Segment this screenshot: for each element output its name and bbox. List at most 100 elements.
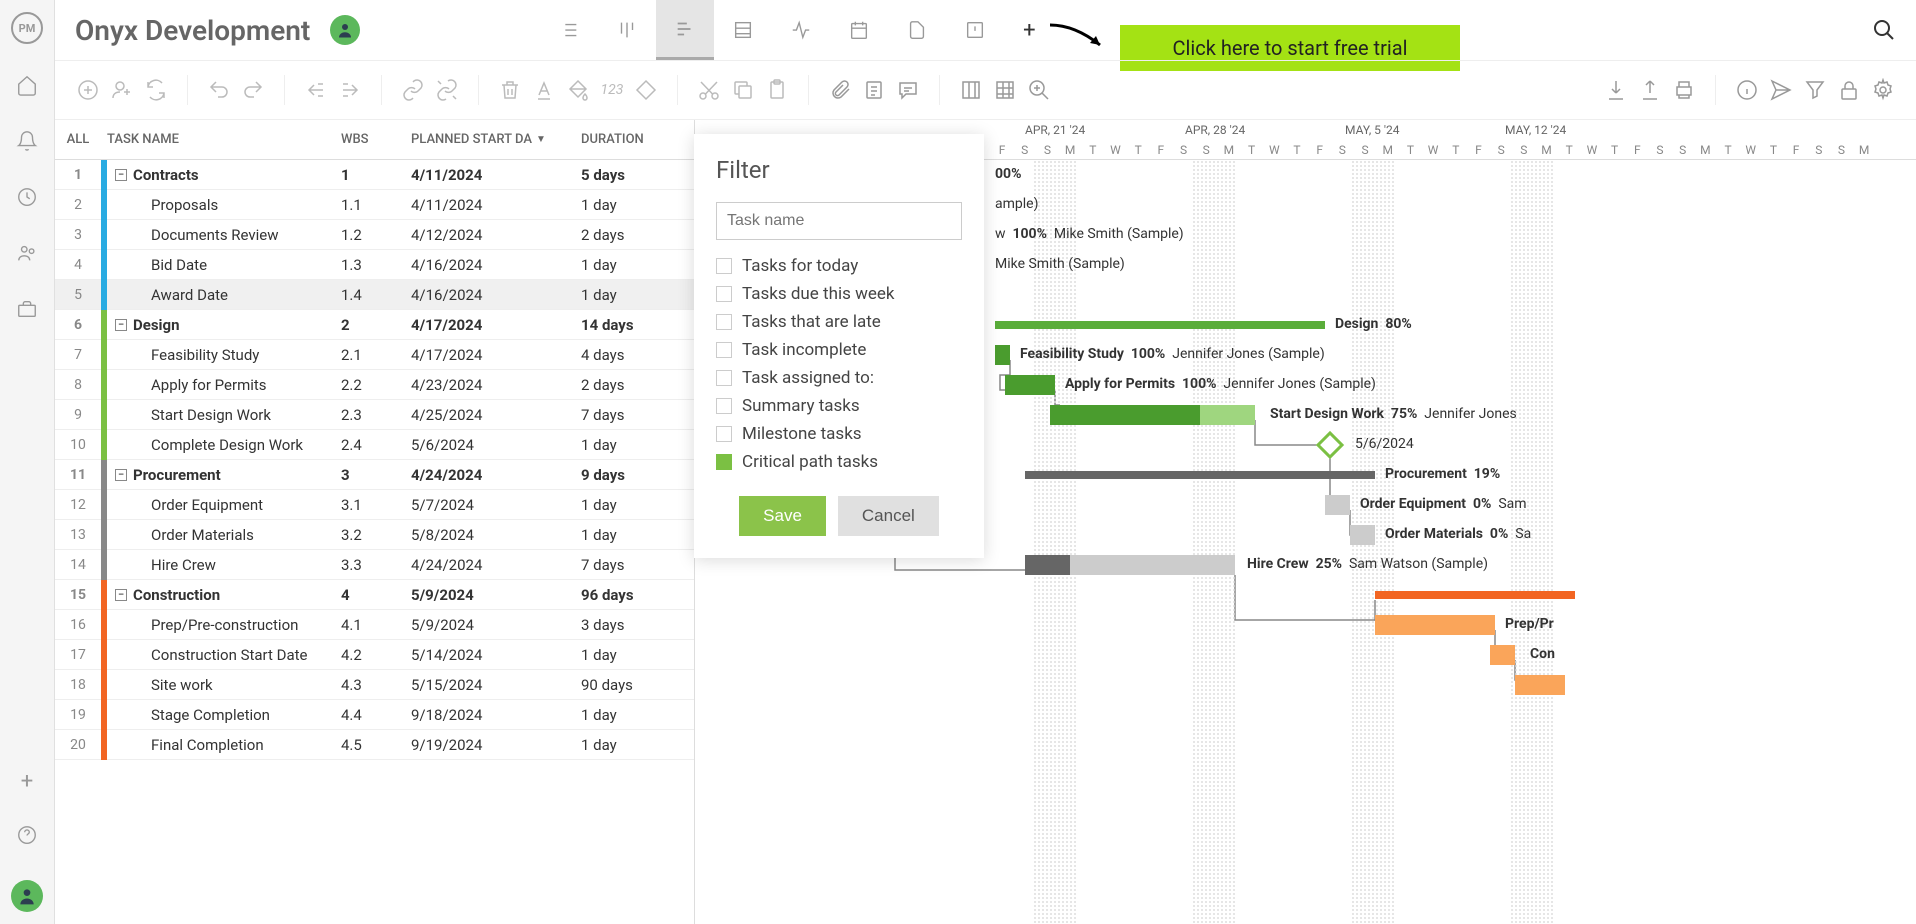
gantt-bar[interactable]: [995, 321, 1325, 329]
home-icon[interactable]: [16, 74, 38, 100]
filter-option[interactable]: Milestone tasks: [716, 420, 962, 448]
checkbox-icon[interactable]: [716, 454, 732, 470]
print-icon[interactable]: [1671, 77, 1697, 103]
undo-icon[interactable]: [206, 77, 232, 103]
grid-icon[interactable]: [992, 77, 1018, 103]
checkbox-icon[interactable]: [716, 314, 732, 330]
filter-option[interactable]: Task assigned to:: [716, 364, 962, 392]
collapse-icon[interactable]: −: [115, 589, 127, 601]
gantt-bar[interactable]: [1515, 675, 1565, 695]
collapse-icon[interactable]: −: [115, 469, 127, 481]
task-row[interactable]: 1 − Contracts 1 4/11/2024 5 days: [55, 160, 694, 190]
gantt-bar[interactable]: [1375, 615, 1495, 635]
gantt-bar[interactable]: [995, 345, 1010, 365]
columns-icon[interactable]: [958, 77, 984, 103]
logo-pm[interactable]: PM: [11, 12, 43, 44]
checkbox-icon[interactable]: [716, 342, 732, 358]
col-name-header[interactable]: TASK NAME: [101, 132, 341, 147]
send-icon[interactable]: [1768, 77, 1794, 103]
gantt-bar[interactable]: [1025, 555, 1070, 575]
task-row[interactable]: 10 Complete Design Work 2.4 5/6/2024 1 d…: [55, 430, 694, 460]
checkbox-icon[interactable]: [716, 370, 732, 386]
filter-option[interactable]: Task incomplete: [716, 336, 962, 364]
help-icon[interactable]: [16, 824, 38, 850]
list-view-tab[interactable]: [540, 0, 598, 60]
add-task-icon[interactable]: [75, 77, 101, 103]
gantt-bar[interactable]: [1005, 375, 1055, 395]
unlink-icon[interactable]: [434, 77, 460, 103]
filter-option[interactable]: Tasks due this week: [716, 280, 962, 308]
indent-icon[interactable]: [337, 77, 363, 103]
task-row[interactable]: 20 Final Completion 4.5 9/19/2024 1 day: [55, 730, 694, 760]
risk-view-tab[interactable]: [946, 0, 1004, 60]
calendar-view-tab[interactable]: [830, 0, 888, 60]
file-view-tab[interactable]: [888, 0, 946, 60]
gantt-bar[interactable]: [1325, 495, 1350, 515]
filter-option[interactable]: Tasks for today: [716, 252, 962, 280]
activity-view-tab[interactable]: [772, 0, 830, 60]
checkbox-icon[interactable]: [716, 426, 732, 442]
gantt-bar[interactable]: [1375, 591, 1575, 599]
collapse-icon[interactable]: −: [115, 319, 127, 331]
zoom-icon[interactable]: [1026, 77, 1052, 103]
gantt-view-tab[interactable]: [656, 0, 714, 60]
checkbox-icon[interactable]: [716, 286, 732, 302]
task-row[interactable]: 16 Prep/Pre-construction 4.1 5/9/2024 3 …: [55, 610, 694, 640]
milestone-diamond[interactable]: [1316, 431, 1344, 459]
sync-icon[interactable]: [143, 77, 169, 103]
milestone-icon[interactable]: [633, 77, 659, 103]
task-row[interactable]: 13 Order Materials 3.2 5/8/2024 1 day: [55, 520, 694, 550]
filter-option[interactable]: Tasks that are late: [716, 308, 962, 336]
col-wbs-header[interactable]: WBS: [341, 132, 411, 147]
filter-taskname-input[interactable]: [716, 202, 962, 240]
project-avatar[interactable]: [330, 15, 360, 45]
task-row[interactable]: 17 Construction Start Date 4.2 5/14/2024…: [55, 640, 694, 670]
task-row[interactable]: 6 − Design 2 4/17/2024 14 days: [55, 310, 694, 340]
redo-icon[interactable]: [240, 77, 266, 103]
user-avatar[interactable]: [11, 880, 43, 912]
task-row[interactable]: 3 Documents Review 1.2 4/12/2024 2 days: [55, 220, 694, 250]
board-view-tab[interactable]: [598, 0, 656, 60]
outdent-icon[interactable]: [303, 77, 329, 103]
task-row[interactable]: 2 Proposals 1.1 4/11/2024 1 day: [55, 190, 694, 220]
gantt-bar[interactable]: [1350, 525, 1375, 545]
settings-icon[interactable]: [1870, 77, 1896, 103]
link-icon[interactable]: [400, 77, 426, 103]
task-row[interactable]: 18 Site work 4.3 5/15/2024 90 days: [55, 670, 694, 700]
task-row[interactable]: 14 Hire Crew 3.3 4/24/2024 7 days: [55, 550, 694, 580]
people-icon[interactable]: [16, 242, 38, 268]
filter-save-button[interactable]: Save: [739, 496, 826, 536]
task-row[interactable]: 7 Feasibility Study 2.1 4/17/2024 4 days: [55, 340, 694, 370]
task-row[interactable]: 11 − Procurement 3 4/24/2024 9 days: [55, 460, 694, 490]
col-dur-header[interactable]: DURATION: [581, 132, 694, 147]
delete-icon[interactable]: [497, 77, 523, 103]
col-start-header[interactable]: PLANNED START DA▼: [411, 132, 581, 147]
task-row[interactable]: 4 Bid Date 1.3 4/16/2024 1 day: [55, 250, 694, 280]
sheet-view-tab[interactable]: [714, 0, 772, 60]
task-row[interactable]: 15 − Construction 4 5/9/2024 96 days: [55, 580, 694, 610]
wbs-number-icon[interactable]: 123: [599, 77, 625, 103]
filter-option[interactable]: Critical path tasks: [716, 448, 962, 476]
gantt-bar[interactable]: [1070, 555, 1235, 575]
info-icon[interactable]: [1734, 77, 1760, 103]
gantt-bar[interactable]: [1200, 405, 1255, 425]
assign-icon[interactable]: [109, 77, 135, 103]
task-row[interactable]: 19 Stage Completion 4.4 9/18/2024 1 day: [55, 700, 694, 730]
filter-icon[interactable]: [1802, 77, 1828, 103]
filter-option[interactable]: Summary tasks: [716, 392, 962, 420]
task-row[interactable]: 9 Start Design Work 2.3 4/25/2024 7 days: [55, 400, 694, 430]
bell-icon[interactable]: [16, 130, 38, 156]
gantt-bar[interactable]: [1025, 471, 1375, 479]
checkbox-icon[interactable]: [716, 258, 732, 274]
lock-icon[interactable]: [1836, 77, 1862, 103]
note-icon[interactable]: [861, 77, 887, 103]
cut-icon[interactable]: [696, 77, 722, 103]
attachment-icon[interactable]: [827, 77, 853, 103]
clock-icon[interactable]: [16, 186, 38, 212]
task-row[interactable]: 8 Apply for Permits 2.2 4/23/2024 2 days: [55, 370, 694, 400]
import-icon[interactable]: [1603, 77, 1629, 103]
task-row[interactable]: 5 Award Date 1.4 4/16/2024 1 day: [55, 280, 694, 310]
col-all-header[interactable]: ALL: [55, 132, 101, 147]
add-icon[interactable]: +: [21, 769, 33, 794]
paste-icon[interactable]: [764, 77, 790, 103]
